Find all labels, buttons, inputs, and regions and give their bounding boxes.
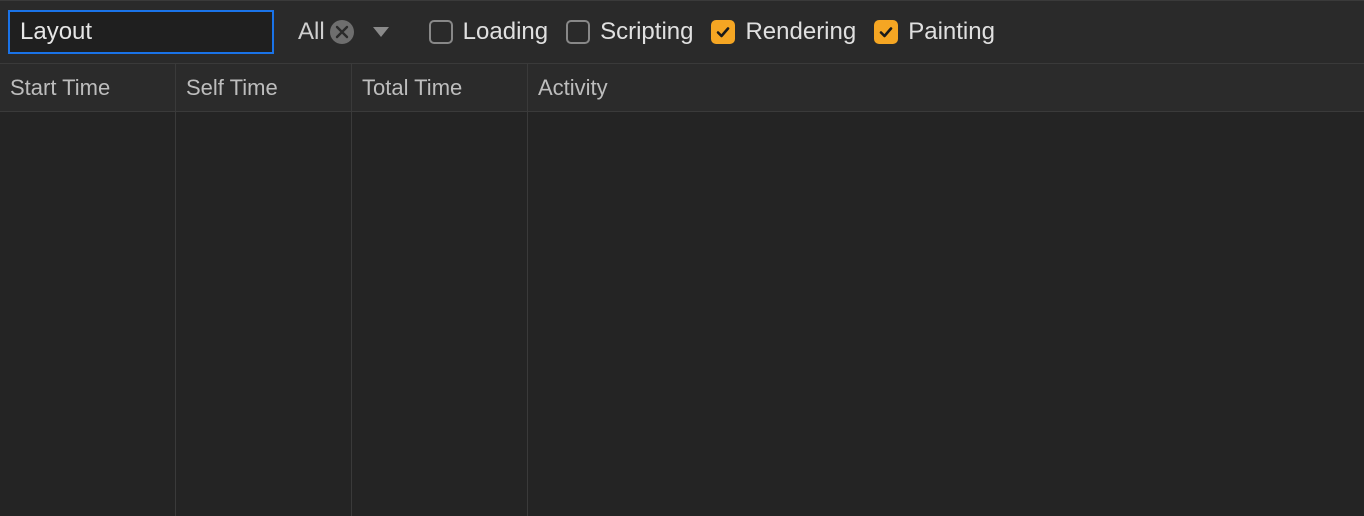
check-label: Scripting (600, 18, 693, 46)
search-field-wrap (8, 10, 274, 54)
table-body (0, 112, 1364, 516)
filter-check-loading[interactable]: Loading (429, 18, 548, 46)
check-label: Loading (463, 18, 548, 46)
filter-check-painting[interactable]: Painting (874, 18, 995, 46)
checkbox-icon (566, 20, 590, 44)
column-body-total-time (352, 112, 528, 516)
column-body-activity (528, 112, 1364, 516)
checkbox-icon (429, 20, 453, 44)
column-header-self-time[interactable]: Self Time (176, 64, 352, 111)
check-label: Painting (908, 18, 995, 46)
check-label: Rendering (745, 18, 856, 46)
column-body-start-time (0, 112, 176, 516)
table-header-row: Start Time Self Time Total Time Activity (0, 64, 1364, 112)
filter-search-input[interactable] (20, 18, 330, 46)
column-header-total-time[interactable]: Total Time (352, 64, 528, 111)
filter-check-scripting[interactable]: Scripting (566, 18, 693, 46)
column-body-self-time (176, 112, 352, 516)
checkbox-checked-icon (874, 20, 898, 44)
filter-check-rendering[interactable]: Rendering (711, 18, 856, 46)
checkbox-checked-icon (711, 20, 735, 44)
column-header-start-time[interactable]: Start Time (0, 64, 176, 111)
chevron-down-icon (373, 27, 389, 37)
column-header-activity[interactable]: Activity (528, 64, 1364, 111)
dropdown-selected-label: All (298, 18, 325, 46)
filter-toolbar: All Loading Scripting Rendering Painting (0, 0, 1364, 64)
category-dropdown[interactable]: All (292, 18, 389, 46)
